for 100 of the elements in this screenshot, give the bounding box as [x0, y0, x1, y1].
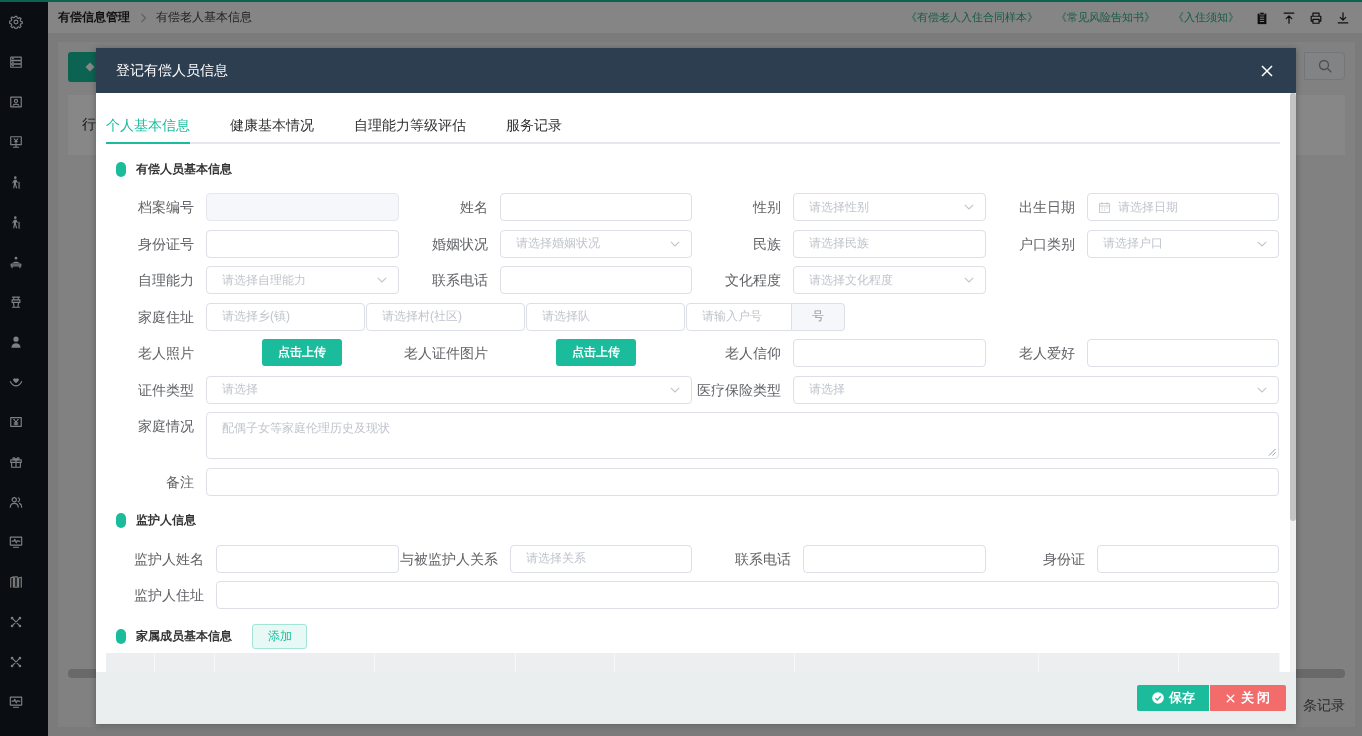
- input-field[interactable]: [216, 581, 1279, 609]
- field-label: 老人爱好: [1018, 344, 1075, 363]
- input-field[interactable]: [1086, 339, 1279, 367]
- chevron-down-icon: [670, 386, 680, 393]
- tab[interactable]: 服务记录: [506, 108, 562, 144]
- select-field[interactable]: 请选择: [793, 375, 1279, 404]
- select-field[interactable]: 请选择自理能力: [206, 266, 399, 294]
- field-label: 备注: [166, 472, 194, 492]
- section-marker-icon: [116, 161, 126, 177]
- section-marker-icon: [116, 513, 126, 528]
- person-stand-icon[interactable]: [9, 255, 23, 269]
- id-card-icon[interactable]: [9, 95, 23, 109]
- tab[interactable]: 个人基本信息: [106, 108, 190, 144]
- scrollbar-thumb[interactable]: [1290, 93, 1296, 522]
- input-field[interactable]: [206, 229, 399, 258]
- chevron-down-icon: [1257, 240, 1267, 247]
- field-label: 证件类型: [138, 380, 194, 400]
- settings-icon[interactable]: [9, 15, 23, 29]
- chevron-down-icon: [376, 277, 387, 283]
- close-icon: [1225, 693, 1235, 703]
- monitor-icon[interactable]: [9, 135, 23, 149]
- section-marker-icon: [116, 629, 126, 644]
- field-label: 家庭住址: [138, 307, 194, 327]
- field-label: 老人照片: [138, 344, 194, 363]
- tools-icon[interactable]: [9, 655, 23, 669]
- date-field[interactable]: 请选择日期: [1086, 193, 1279, 221]
- record-count-text: 条记录: [1303, 697, 1345, 713]
- elderly-person-icon[interactable]: [9, 215, 23, 229]
- document-link[interactable]: 《有偿老人入住合同样本》: [906, 10, 1038, 25]
- monitor-pulse-icon[interactable]: [9, 695, 23, 709]
- users-icon[interactable]: [9, 495, 23, 509]
- upload-button[interactable]: 点击上传: [262, 339, 343, 366]
- select-field[interactable]: 请选择婚姻状况: [499, 229, 692, 258]
- input-field[interactable]: [206, 467, 1279, 496]
- search-icon: [1317, 59, 1332, 73]
- field-label: 老人信仰: [725, 344, 781, 363]
- input-field[interactable]: 请选择乡(镇): [206, 302, 365, 331]
- chevron-down-icon: [670, 240, 680, 247]
- input-field[interactable]: [216, 544, 399, 573]
- clipboard-icon[interactable]: [1255, 10, 1269, 25]
- add-button[interactable]: 添加: [252, 624, 307, 649]
- select-field[interactable]: 请选择文化程度: [793, 266, 986, 294]
- close-button[interactable]: 关 闭: [1210, 685, 1286, 711]
- select-field[interactable]: 请选择性别: [793, 193, 986, 221]
- field-label: 婚姻状况: [431, 234, 488, 254]
- section-title: 有偿人员基本信息: [136, 160, 232, 178]
- field-label: 出生日期: [1018, 198, 1075, 217]
- field-label: 联系电话: [431, 271, 488, 290]
- server-icon[interactable]: [9, 55, 23, 69]
- upload-icon[interactable]: [1282, 10, 1296, 25]
- input-field[interactable]: [793, 339, 986, 367]
- select-field[interactable]: 请选择户口: [1086, 229, 1279, 258]
- close-icon[interactable]: [1261, 64, 1273, 77]
- field-label: 监护人住址: [134, 586, 204, 605]
- field-label: 老人证件图片: [403, 344, 488, 363]
- input-field[interactable]: 请选择村(社区): [366, 302, 525, 331]
- print-icon[interactable]: [1309, 10, 1323, 25]
- input-field[interactable]: 请选择队: [526, 302, 685, 331]
- field-label: 监护人姓名: [134, 549, 204, 569]
- download-icon[interactable]: [1336, 10, 1350, 25]
- resize-handle-icon[interactable]: [1268, 448, 1276, 456]
- textarea-field[interactable]: 配偶子女等家庭伦理历史及现状: [206, 412, 1279, 459]
- columns-icon[interactable]: [9, 575, 23, 589]
- pedestal-icon[interactable]: [9, 295, 23, 309]
- input-field[interactable]: 请选择民族: [793, 229, 986, 258]
- column-header: 行: [82, 116, 96, 134]
- select-field[interactable]: 请选择: [206, 375, 692, 404]
- chevron-right-icon: [140, 12, 147, 23]
- tab[interactable]: 健康基本情况: [230, 108, 314, 144]
- tools-icon[interactable]: [9, 615, 23, 629]
- input-field[interactable]: [499, 193, 692, 221]
- document-link[interactable]: 《入住须知》: [1173, 10, 1239, 25]
- field-label: 自理能力: [138, 271, 194, 290]
- input-field[interactable]: 请选择关系: [509, 544, 692, 573]
- gift-icon[interactable]: [9, 455, 23, 469]
- save-button[interactable]: 保存: [1137, 685, 1209, 711]
- section-title: 监护人信息: [136, 512, 196, 529]
- yen-box-icon[interactable]: [9, 415, 23, 429]
- input-field[interactable]: [803, 544, 986, 573]
- monitor-pulse-icon[interactable]: [9, 535, 23, 549]
- input-field[interactable]: 请输入户号: [686, 302, 792, 331]
- field-label: 身份证号: [138, 234, 194, 254]
- input-suffix: 号: [792, 302, 845, 331]
- field-label: 联系电话: [735, 549, 791, 569]
- tab[interactable]: 自理能力等级评估: [354, 108, 466, 144]
- chevron-down-icon: [963, 204, 974, 210]
- person-icon[interactable]: [9, 335, 23, 349]
- field-label: 性别: [753, 198, 781, 217]
- input-field[interactable]: [499, 266, 692, 294]
- upload-button[interactable]: 点击上传: [555, 339, 636, 366]
- breadcrumb-item[interactable]: 有偿信息管理: [58, 9, 130, 26]
- elderly-person-icon[interactable]: [9, 175, 23, 189]
- field-label: 与被监护人关系: [399, 549, 498, 569]
- input-field[interactable]: [1096, 544, 1279, 573]
- hand-heart-icon[interactable]: [9, 375, 23, 389]
- field-label: 姓名: [459, 198, 488, 217]
- document-link[interactable]: 《常见风险告知书》: [1056, 10, 1155, 25]
- diamond-icon: [85, 62, 95, 72]
- field-label: 医疗保险类型: [697, 380, 781, 400]
- chevron-down-icon: [1257, 386, 1267, 393]
